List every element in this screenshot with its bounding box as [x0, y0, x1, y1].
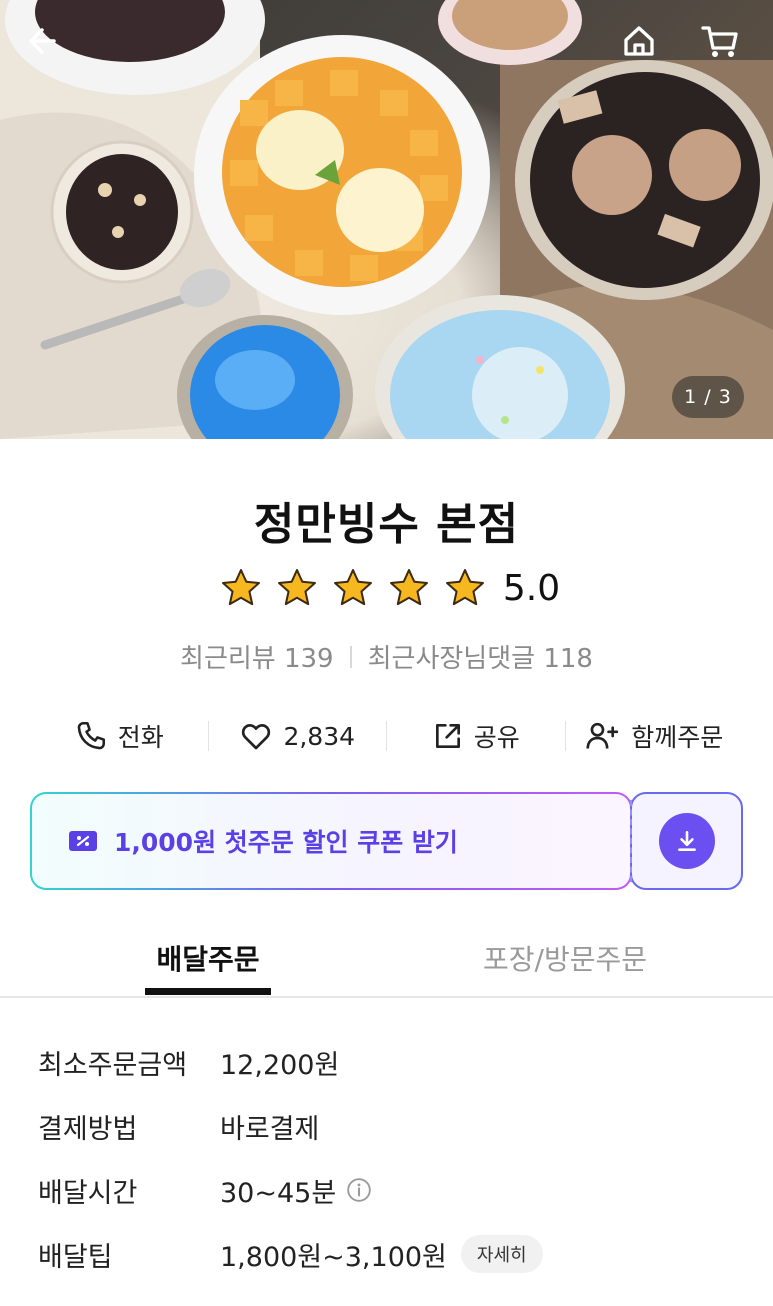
store-name: 정만빙수 본점 — [253, 499, 520, 550]
rating-row[interactable]: 5.0 — [0, 566, 773, 610]
star-icon — [389, 569, 428, 606]
call-label: 전화 — [117, 723, 164, 752]
download-icon — [677, 831, 696, 851]
coupon-text: 1,000원 첫주문 할인 쿠폰 받기 — [114, 828, 458, 857]
info-icon[interactable] — [346, 1177, 372, 1203]
like-count: 2,834 — [283, 721, 356, 751]
star-icon — [221, 569, 260, 606]
share-icon — [435, 724, 460, 748]
cart-icon[interactable] — [700, 22, 748, 70]
delivery-time-label: 배달시간 — [38, 1177, 138, 1209]
min-order-value: 12,200원 — [220, 1049, 340, 1081]
like-button[interactable]: 2,834 — [209, 719, 387, 753]
payment-method-label: 결제방법 — [38, 1113, 138, 1145]
arrow-left-icon[interactable] — [24, 22, 72, 70]
info-row: 배달시간 30~45분 — [38, 1158, 738, 1222]
info-row: 결제방법 바로결제 — [38, 1094, 738, 1158]
heart-icon — [242, 724, 271, 750]
store-photo-carousel[interactable]: 1 / 3 — [0, 0, 773, 439]
delivery-tip-text: 1,800원~3,100원 — [220, 1241, 447, 1273]
rating-value: 5.0 — [502, 567, 561, 609]
delivery-info: 최소주문금액 12,200원 결제방법 바로결제 배달시간 30~45분 배달팁… — [38, 1030, 738, 1286]
review-summary[interactable]: 최근리뷰 139 최근사장님댓글 118 — [0, 638, 773, 675]
info-row: 배달팁 1,800원~3,100원 자세히 — [38, 1222, 738, 1286]
coupon-icon — [69, 831, 97, 851]
star-icon — [333, 569, 372, 606]
coupon-divider — [630, 800, 632, 882]
group-order-button[interactable]: 함께주문 — [566, 718, 744, 754]
divider — [349, 645, 352, 668]
phone-icon — [77, 721, 105, 750]
delivery-time-value: 30~45분 — [220, 1171, 372, 1210]
delivery-tip-value: 1,800원~3,100원 자세히 — [220, 1235, 543, 1274]
coupon-banner[interactable]: 1,000원 첫주문 할인 쿠폰 받기 — [30, 792, 632, 890]
call-button[interactable]: 전화 — [30, 718, 208, 754]
share-button[interactable]: 공유 — [387, 718, 565, 754]
add-person-icon — [586, 722, 619, 749]
tab-pickup[interactable]: 포장/방문주문 — [470, 938, 660, 978]
store-actions: 전화 2,834 공유 함께주문 — [30, 708, 743, 764]
owner-replies-link[interactable]: 최근사장님댓글 118 — [368, 638, 593, 675]
delivery-tip-label: 배달팁 — [38, 1241, 113, 1273]
photo-page-indicator: 1 / 3 — [672, 376, 744, 418]
payment-method-value: 바로결제 — [220, 1113, 320, 1145]
star-icon — [277, 569, 316, 606]
recent-reviews-link[interactable]: 최근리뷰 139 — [180, 638, 334, 675]
group-order-label: 함께주문 — [631, 723, 724, 752]
order-type-tabs: 배달주문 포장/방문주문 — [0, 920, 773, 998]
details-button[interactable]: 자세히 — [460, 1235, 543, 1273]
share-label: 공유 — [473, 723, 520, 752]
star-icon — [445, 569, 484, 606]
min-order-label: 최소주문금액 — [38, 1049, 188, 1081]
delivery-time-text: 30~45분 — [220, 1177, 337, 1209]
coupon-download-button[interactable] — [630, 792, 743, 890]
active-tab-indicator — [145, 988, 271, 995]
info-row: 최소주문금액 12,200원 — [38, 1030, 738, 1094]
tab-delivery[interactable]: 배달주문 — [145, 938, 271, 978]
home-icon[interactable] — [620, 22, 668, 70]
